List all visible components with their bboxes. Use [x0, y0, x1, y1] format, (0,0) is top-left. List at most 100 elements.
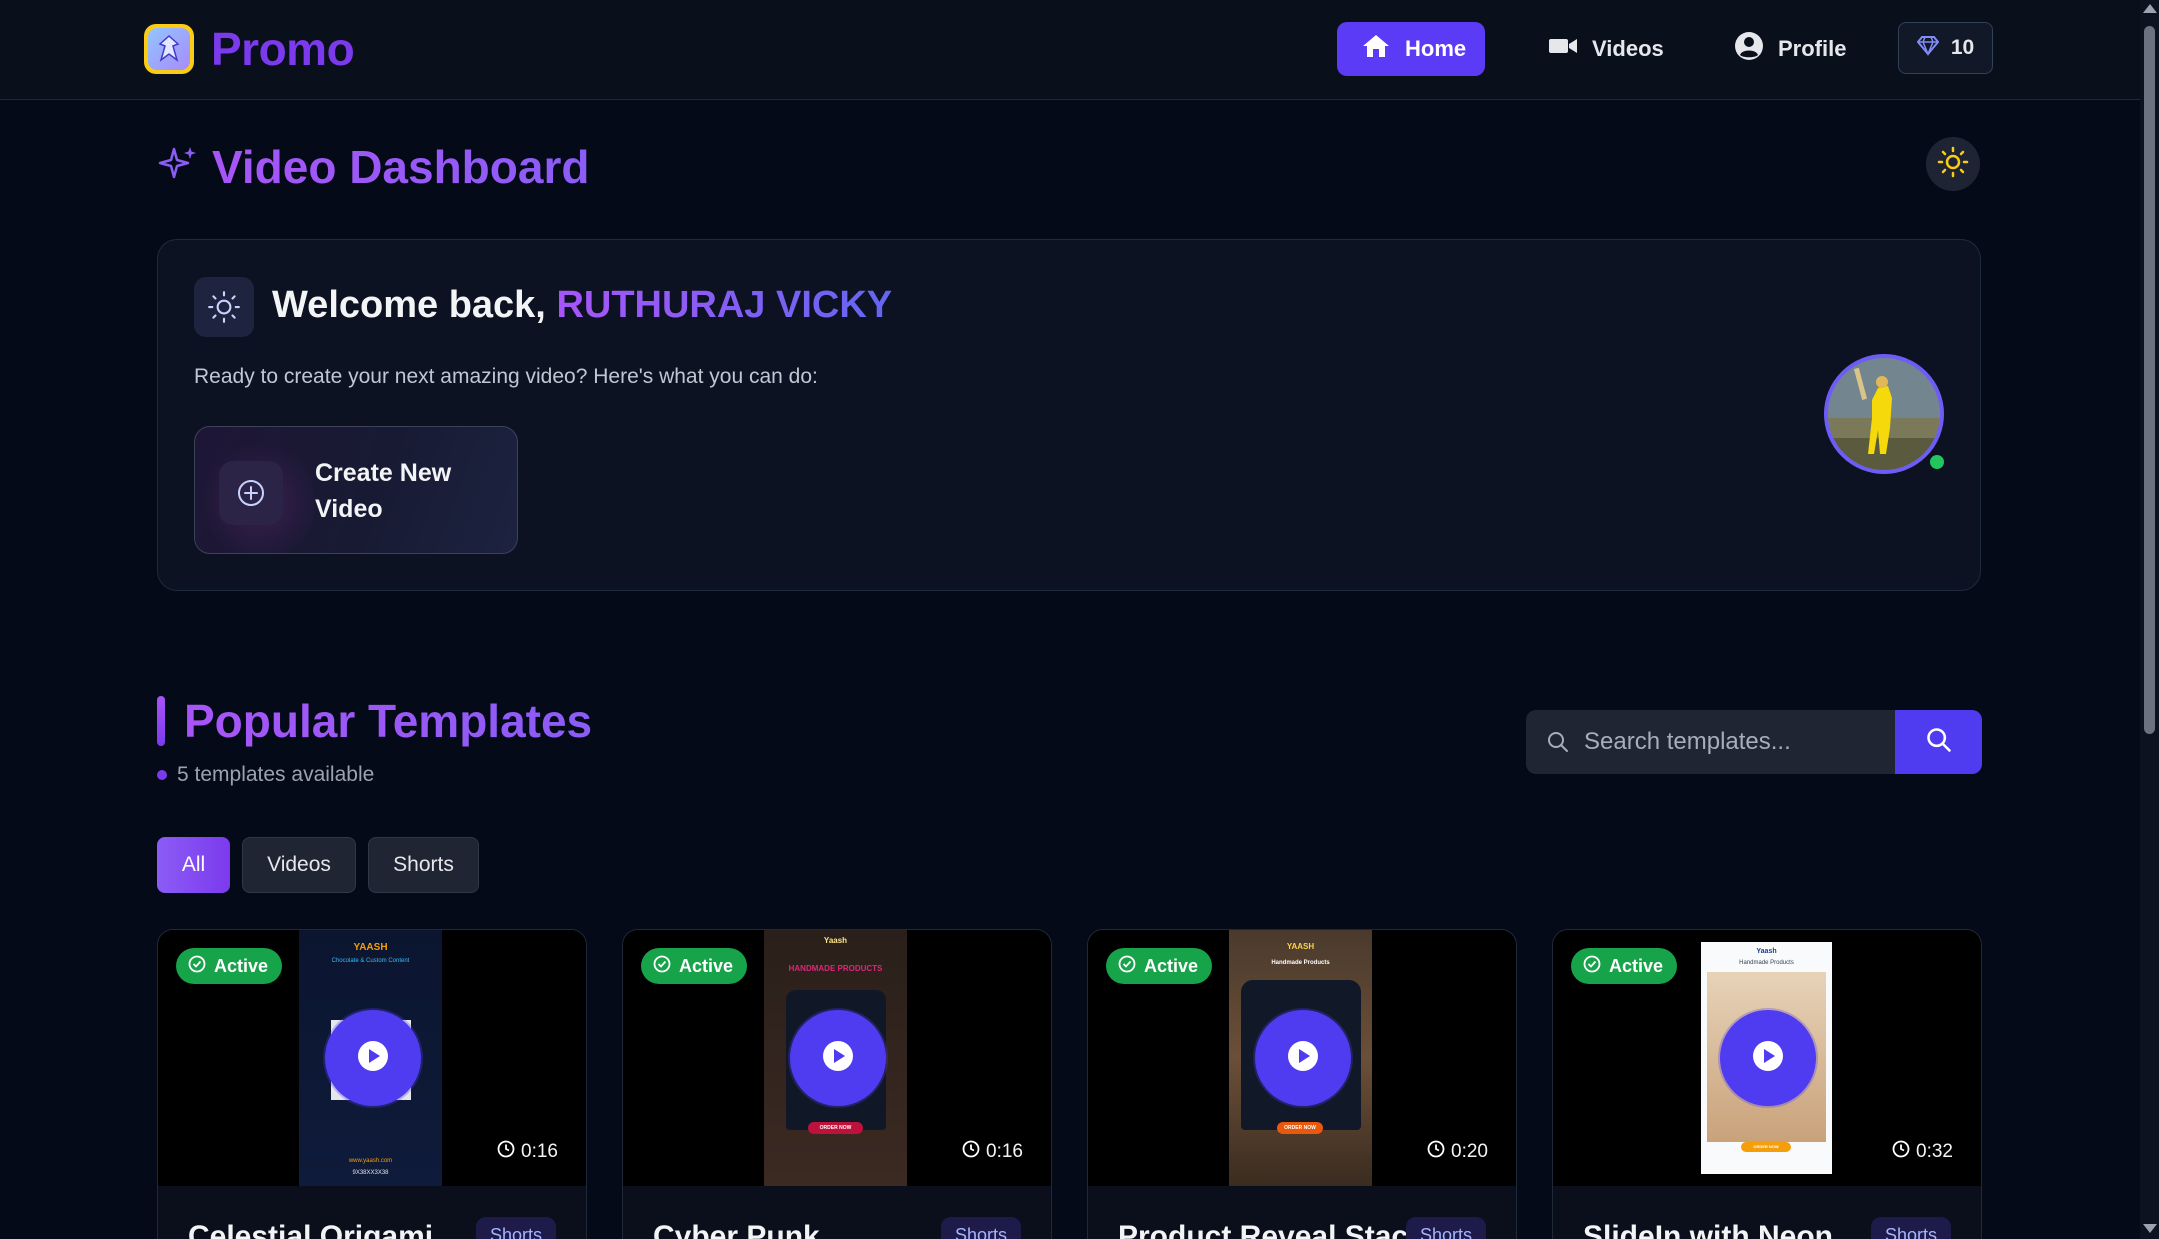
create-new-video-label: Create New Video [315, 459, 452, 523]
top-navbar: Promo Home Videos Profile 10 [0, 0, 2140, 100]
template-thumbnail[interactable]: Yaash HANDMADE PRODUCTS ORDER NOW Active… [623, 930, 1051, 1186]
template-card[interactable]: YAASH Chocolate & Custom Content www.yaa… [157, 929, 587, 1239]
nav-videos-label: Videos [1592, 36, 1664, 61]
status-badge: Active [176, 948, 283, 984]
video-camera-icon [1548, 36, 1578, 62]
play-icon [356, 1039, 390, 1078]
play-icon [1751, 1039, 1785, 1078]
page-title: Video Dashboard [212, 141, 590, 193]
video-duration: 0:20 [1427, 1140, 1488, 1164]
nav-profile-button[interactable]: Profile [1710, 22, 1870, 76]
poster-cta: ORDER NOW [808, 1122, 863, 1134]
poster-brand: Yaash [823, 936, 848, 945]
brand-name[interactable]: Promo [211, 22, 355, 76]
create-new-video-button[interactable]: Create New Video [194, 426, 518, 554]
search-button[interactable] [1895, 710, 1982, 774]
nav-profile-label: Profile [1778, 36, 1847, 61]
scroll-down-arrow-icon[interactable] [2143, 1224, 2157, 1233]
gems-count: 10 [1950, 36, 1975, 59]
play-icon [1286, 1039, 1320, 1078]
template-card[interactable]: YAASH Handmade Products ORDER NOW Active… [1087, 929, 1517, 1239]
template-search [1526, 710, 1982, 774]
poster-subtitle: Chocolate & Custom Content [331, 958, 410, 964]
status-label: Active [1609, 955, 1664, 976]
template-thumbnail[interactable]: YAASH Chocolate & Custom Content www.yaa… [158, 930, 586, 1186]
clock-icon [1427, 1140, 1445, 1164]
template-title: Cyber Punk [653, 1220, 820, 1239]
clock-icon [962, 1140, 980, 1164]
duration-text: 0:20 [1451, 1141, 1488, 1162]
user-circle-icon [1734, 31, 1764, 67]
count-dot [157, 770, 167, 780]
scroll-up-arrow-icon[interactable] [2143, 4, 2157, 13]
nav-home-label: Home [1405, 36, 1467, 61]
check-circle-icon [1118, 955, 1136, 978]
check-circle-icon [1583, 955, 1601, 978]
duration-text: 0:16 [986, 1141, 1023, 1162]
duration-text: 0:32 [1916, 1141, 1953, 1162]
status-badge: Active [641, 948, 748, 984]
welcome-user-name: RUTHURAJ VICKY [556, 284, 893, 326]
sparkles-icon [156, 143, 200, 192]
check-circle-icon [653, 955, 671, 978]
template-title: SlideIn with Neon [1583, 1220, 1834, 1239]
video-duration: 0:32 [1892, 1140, 1953, 1164]
nav-videos-button[interactable]: Videos [1524, 22, 1688, 76]
template-title: Celestial Origami [188, 1220, 434, 1239]
theme-toggle-button[interactable] [1926, 137, 1980, 191]
poster-cta: ORDER NOW [1741, 1142, 1791, 1152]
play-button[interactable] [790, 1010, 886, 1106]
check-circle-icon [188, 955, 206, 978]
template-card[interactable]: Yaash Handmade Products ORDER NOW Active… [1552, 929, 1982, 1239]
play-button[interactable] [1720, 1010, 1816, 1106]
filter-videos-button[interactable]: Videos [242, 837, 356, 893]
clock-icon [1892, 1140, 1910, 1164]
logo-icon [148, 28, 190, 70]
poster-headline: Handmade Products [1271, 960, 1330, 966]
welcome-card: Welcome back, RUTHURAJ VICKY Ready to cr… [157, 239, 1981, 591]
gems-balance[interactable]: 10 [1898, 22, 1993, 74]
section-accent-bar [157, 696, 165, 746]
search-submit-icon [1925, 726, 1953, 759]
popular-templates-title: Popular Templates [184, 695, 593, 747]
status-label: Active [214, 955, 269, 976]
template-thumbnail[interactable]: YAASH Handmade Products ORDER NOW Active… [1088, 930, 1516, 1186]
welcome-heading: Welcome back, RUTHURAJ VICKY [272, 284, 892, 327]
filter-all-button[interactable]: All [157, 837, 230, 893]
poster-headline: Handmade Products [1739, 960, 1794, 966]
scrollbar-thumb[interactable] [2144, 26, 2155, 734]
online-status-indicator [1927, 452, 1947, 472]
play-button[interactable] [325, 1010, 421, 1106]
template-title: Product Reveal Stack [1118, 1220, 1425, 1239]
plus-circle-icon [219, 461, 283, 525]
nav-home-button[interactable]: Home [1337, 22, 1485, 76]
page-scrollbar[interactable] [2140, 0, 2159, 1239]
status-label: Active [679, 955, 734, 976]
search-input[interactable] [1584, 710, 1894, 774]
home-icon [1361, 33, 1391, 65]
welcome-greeting: Welcome back, [272, 284, 546, 326]
template-type-tag: Shorts [475, 1217, 556, 1239]
poster-brand: YAASH [1286, 942, 1315, 951]
clock-icon [497, 1140, 515, 1164]
template-type-tag: Shorts [940, 1217, 1021, 1239]
template-card[interactable]: Yaash HANDMADE PRODUCTS ORDER NOW Active… [622, 929, 1052, 1239]
templates-count-text: 5 templates available [177, 763, 375, 786]
template-type-tag: Shorts [1870, 1217, 1951, 1239]
status-badge: Active [1106, 948, 1213, 984]
brand-logo[interactable] [144, 24, 194, 74]
user-avatar[interactable] [1824, 354, 1944, 474]
sun-icon [1937, 146, 1969, 183]
poster-brand: YAASH [353, 942, 388, 953]
poster-url: www.yaash.com [348, 1158, 393, 1164]
welcome-subtitle: Ready to create your next amazing video?… [194, 365, 818, 388]
play-icon [821, 1039, 855, 1078]
template-thumbnail[interactable]: Yaash Handmade Products ORDER NOW Active… [1553, 930, 1981, 1186]
play-button[interactable] [1255, 1010, 1351, 1106]
welcome-sun-icon [194, 277, 254, 337]
dashboard-header: Video Dashboard [156, 140, 589, 194]
filter-shorts-button[interactable]: Shorts [368, 837, 479, 893]
poster-headline: HANDMADE PRODUCTS [788, 964, 883, 973]
gem-icon [1916, 34, 1940, 62]
template-type-tag: Shorts [1405, 1217, 1486, 1239]
